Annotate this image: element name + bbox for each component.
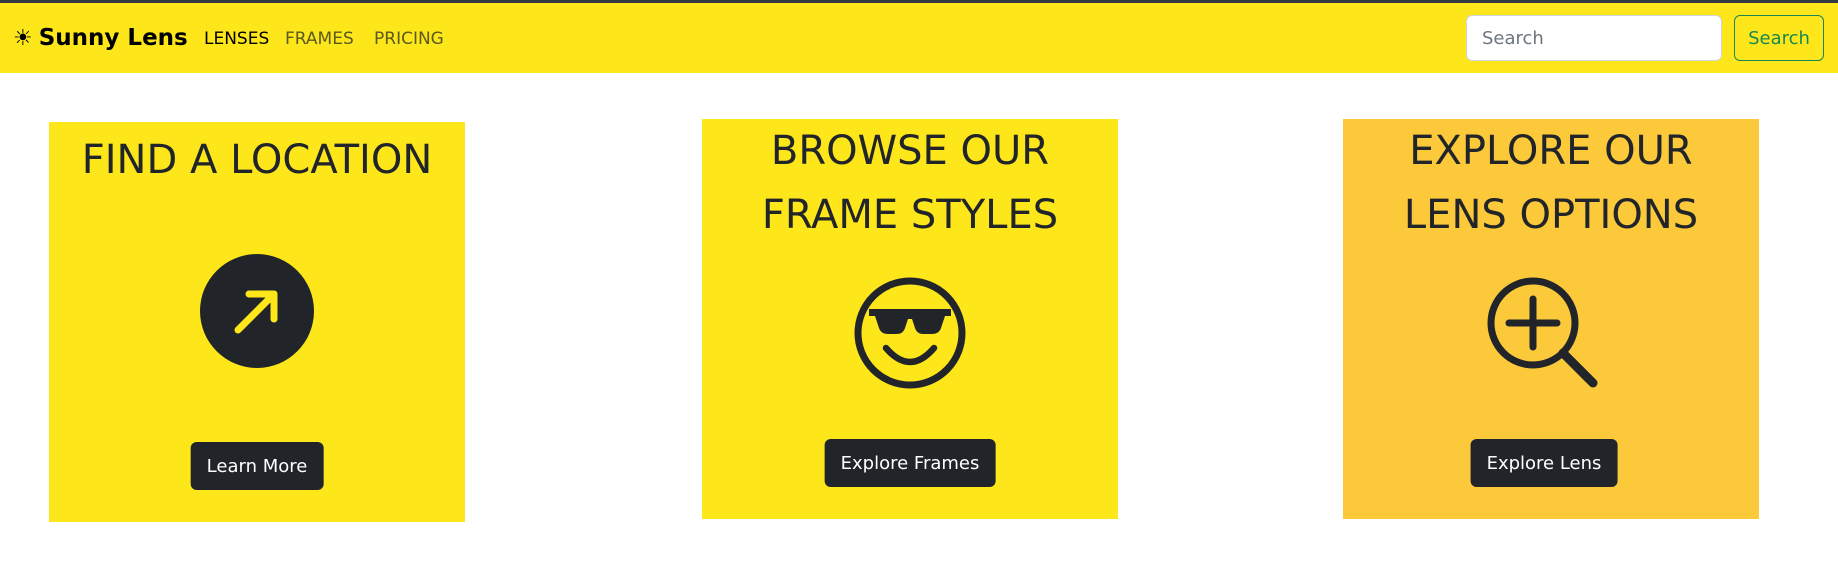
navbar: ☀ Sunny Lens LENSES FRAMES PRICING Searc… <box>0 3 1838 73</box>
card-title-line: LENS OPTIONS <box>1403 192 1699 238</box>
search-button[interactable]: Search <box>1734 15 1824 61</box>
explore-lens-button[interactable]: Explore Lens <box>1470 439 1618 487</box>
card-title-line: FIND A LOCATION <box>81 137 433 183</box>
card-title: BROWSE OUR FRAME STYLES <box>702 119 1118 247</box>
sunglasses-smiley-icon <box>853 276 967 395</box>
brand-name: Sunny Lens <box>38 25 188 51</box>
card-frame-styles: BROWSE OUR FRAME STYLES Explore Frames <box>702 119 1118 519</box>
card-lens-options: EXPLORE OUR LENS OPTIONS Explore Lens <box>1343 119 1759 519</box>
arrow-up-right-circle-icon <box>200 254 314 373</box>
search-input[interactable] <box>1466 15 1722 61</box>
card-title-line: BROWSE OUR <box>770 128 1050 174</box>
card-title: EXPLORE OUR LENS OPTIONS <box>1343 119 1759 247</box>
card-title: FIND A LOCATION <box>49 128 465 192</box>
sun-icon: ☀ <box>13 25 33 51</box>
learn-more-button[interactable]: Learn More <box>190 442 324 490</box>
card-find-location: FIND A LOCATION Learn More <box>49 122 465 522</box>
zoom-in-icon <box>1485 275 1601 396</box>
brand-link[interactable]: ☀ Sunny Lens <box>13 25 188 51</box>
nav-link-frames[interactable]: FRAMES <box>285 29 354 49</box>
explore-frames-button[interactable]: Explore Frames <box>824 439 996 487</box>
nav-link-lenses[interactable]: LENSES <box>204 29 269 49</box>
nav-link-pricing[interactable]: PRICING <box>374 29 444 49</box>
card-title-line: FRAME STYLES <box>761 192 1059 238</box>
card-title-line: EXPLORE OUR <box>1409 128 1693 174</box>
